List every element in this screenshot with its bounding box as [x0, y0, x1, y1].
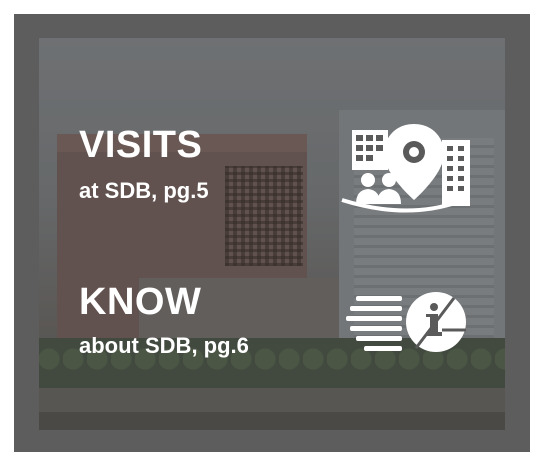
info-document-icon[interactable]: [346, 292, 472, 356]
visits-subtitle[interactable]: at SDB, pg.5: [79, 178, 209, 204]
promo-panel: [14, 14, 530, 452]
know-subtitle[interactable]: about SDB, pg.6: [79, 333, 249, 359]
visits-title[interactable]: VISITS: [79, 125, 202, 165]
visit-location-icon[interactable]: [338, 124, 474, 214]
background-photo-building: [39, 38, 505, 430]
know-title[interactable]: KNOW: [79, 282, 201, 322]
